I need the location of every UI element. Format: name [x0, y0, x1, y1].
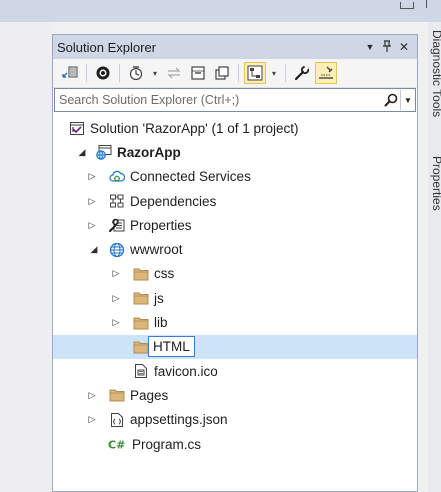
- folder-icon: [132, 290, 150, 306]
- tree-item-wwwroot[interactable]: ◢ wwwroot: [53, 237, 417, 261]
- tree-item-project[interactable]: ◢ RazorApp: [53, 140, 417, 164]
- tree-label: css: [154, 266, 175, 282]
- switch-views-icon[interactable]: [59, 62, 81, 84]
- pin-icon[interactable]: [380, 39, 394, 55]
- pin-glyph: [426, 0, 433, 8]
- window-position-dropdown-icon[interactable]: ▼: [363, 42, 377, 52]
- show-all-files-icon[interactable]: [211, 62, 233, 84]
- collapse-all-icon[interactable]: [187, 62, 209, 84]
- tree-label: appsettings.json: [130, 412, 228, 428]
- panel-title: Solution Explorer: [57, 39, 156, 55]
- tree-label: Pages: [130, 387, 169, 403]
- tree-item-dependencies[interactable]: ▷ Dependencies: [53, 189, 417, 213]
- collapsed-arrow-icon[interactable]: ▷: [86, 220, 98, 231]
- csharp-file-icon: C#: [108, 436, 130, 452]
- tree-item-properties[interactable]: ▷ Properties: [53, 213, 417, 237]
- tree-label: Solution 'RazorApp' (1 of 1 project): [90, 120, 299, 136]
- solution-icon: [68, 120, 86, 136]
- svg-text:C#: C#: [108, 439, 125, 452]
- toolbar-separator: [119, 64, 120, 82]
- collapsed-arrow-icon[interactable]: ▷: [86, 390, 98, 401]
- tab-properties[interactable]: Properties: [430, 156, 441, 211]
- panel-toolbar: ▾ ▾: [53, 59, 417, 88]
- folder-icon: [132, 266, 150, 282]
- tab-diagnostic-tools[interactable]: Diagnostic Tools: [430, 30, 441, 117]
- pending-changes-dropdown-icon[interactable]: ▾: [149, 62, 161, 84]
- dependencies-icon: [108, 193, 126, 209]
- search-icon[interactable]: [382, 90, 400, 110]
- tree-label: Dependencies: [130, 193, 217, 209]
- solution-explorer-panel: Solution Explorer ▼ ✕ ▾ ▾ Search Solutio…: [52, 34, 418, 492]
- toolbar-separator: [86, 64, 87, 82]
- ide-top-bar: [0, 0, 441, 22]
- folder-icon: [108, 387, 126, 403]
- collapsed-arrow-icon[interactable]: ▷: [110, 268, 122, 279]
- tree-label: favicon.ico: [154, 363, 218, 379]
- tree-item-favicon[interactable]: favicon.ico: [53, 359, 417, 383]
- file-icon: [132, 363, 150, 379]
- web-project-icon: [95, 144, 113, 161]
- toolbar-separator: [238, 64, 239, 82]
- tree-label: js: [154, 290, 164, 306]
- expanded-arrow-icon[interactable]: ◢: [88, 244, 100, 255]
- close-icon[interactable]: ✕: [397, 40, 411, 54]
- json-file-icon: [108, 412, 126, 428]
- tree-item-js[interactable]: ▷ js: [53, 286, 417, 310]
- tree-item-connected-services[interactable]: ▷ Connected Services: [53, 165, 417, 189]
- tree-item-program[interactable]: C# Program.cs: [53, 432, 417, 456]
- folder-icon: [132, 315, 150, 331]
- sync-with-active-document-icon[interactable]: [163, 62, 185, 84]
- restore-glyph: [400, 2, 414, 9]
- collapsed-arrow-icon[interactable]: ▷: [110, 293, 122, 304]
- collapsed-arrow-icon[interactable]: ▷: [86, 414, 98, 425]
- collapsed-arrow-icon[interactable]: ▷: [86, 196, 98, 207]
- rename-folder-input[interactable]: HTML: [148, 336, 195, 358]
- tree-label: wwwroot: [130, 242, 183, 258]
- panel-title-bar: Solution Explorer ▼ ✕: [53, 35, 417, 59]
- collapsed-arrow-icon[interactable]: ▷: [110, 317, 122, 328]
- search-box: ▼: [54, 88, 416, 112]
- preview-pane-icon[interactable]: [315, 62, 337, 84]
- solution-tree: Solution 'RazorApp' (1 of 1 project) ◢ R…: [53, 112, 417, 456]
- tree-label: Properties: [130, 217, 192, 233]
- tree-item-html-folder[interactable]: HTML: [53, 334, 417, 359]
- preview-selected-icon[interactable]: [92, 62, 114, 84]
- editor-gutter: [0, 22, 52, 492]
- tree-item-pages[interactable]: ▷ Pages: [53, 383, 417, 407]
- filter-dropdown-icon[interactable]: ▾: [268, 62, 280, 84]
- properties-wrench-icon: [108, 217, 126, 233]
- tree-label: RazorApp: [117, 144, 181, 160]
- tree-label: lib: [154, 315, 168, 331]
- tree-item-css[interactable]: ▷ css: [53, 262, 417, 286]
- search-options-dropdown-icon[interactable]: ▼: [400, 90, 415, 110]
- expanded-arrow-icon[interactable]: ◢: [76, 147, 88, 158]
- tree-item-lib[interactable]: ▷ lib: [53, 310, 417, 334]
- tree-label: Program.cs: [132, 436, 202, 452]
- search-input[interactable]: [55, 90, 382, 110]
- wrench-icon[interactable]: [291, 62, 313, 84]
- globe-icon: [108, 242, 126, 258]
- tree-label: Connected Services: [130, 169, 251, 185]
- toolbar-separator: [285, 64, 286, 82]
- tree-item-appsettings[interactable]: ▷ appsettings.json: [53, 408, 417, 432]
- collapsed-arrow-icon[interactable]: ▷: [86, 171, 98, 182]
- tree-item-solution[interactable]: Solution 'RazorApp' (1 of 1 project): [53, 116, 417, 140]
- pending-changes-filter-icon[interactable]: [125, 62, 147, 84]
- properties-filter-icon[interactable]: [244, 62, 266, 84]
- connected-services-icon: [108, 169, 126, 185]
